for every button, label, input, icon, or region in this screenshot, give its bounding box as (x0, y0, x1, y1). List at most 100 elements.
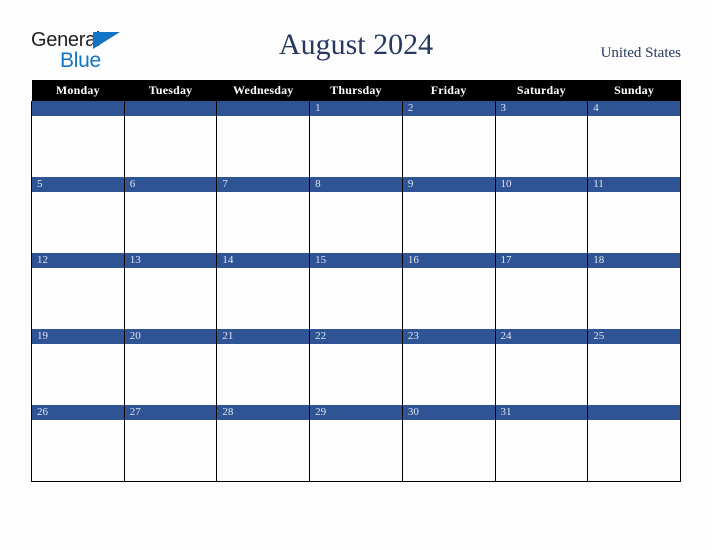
day-note-area[interactable] (217, 116, 309, 176)
day-number: 28 (217, 405, 310, 420)
weekday-header-friday: Friday (402, 80, 496, 101)
calendar-day-cell[interactable] (31, 101, 125, 177)
day-note-area[interactable] (125, 268, 217, 328)
calendar-day-cell[interactable]: 19 (31, 329, 125, 405)
day-number: 18 (588, 253, 680, 268)
country-label: United States (600, 45, 681, 61)
day-note-area[interactable] (310, 192, 402, 252)
day-note-area[interactable] (125, 116, 217, 176)
weekday-header-sunday: Sunday (587, 80, 681, 101)
day-note-area[interactable] (32, 268, 124, 328)
day-number: 10 (495, 177, 588, 192)
calendar-day-cell[interactable]: 11 (587, 177, 681, 253)
calendar-day-cell[interactable]: 6 (123, 177, 218, 253)
day-note-area[interactable] (217, 268, 309, 328)
calendar-header-row: Monday Tuesday Wednesday Thursday Friday… (31, 80, 681, 101)
day-number: 13 (124, 253, 217, 268)
weekday-header-saturday: Saturday (495, 80, 588, 101)
day-number: 23 (402, 329, 495, 344)
calendar-day-cell[interactable] (216, 101, 311, 177)
day-note-area[interactable] (588, 268, 680, 328)
day-note-area[interactable] (496, 268, 588, 328)
calendar-day-cell[interactable]: 4 (587, 101, 681, 177)
calendar-day-cell[interactable]: 29 (309, 405, 403, 482)
day-number: 11 (588, 177, 680, 192)
calendar-day-cell[interactable]: 10 (494, 177, 589, 253)
calendar-day-cell[interactable]: 17 (494, 253, 589, 329)
calendar-week-row: 26 27 28 29 30 31 (31, 405, 681, 482)
calendar-day-cell[interactable]: 8 (309, 177, 403, 253)
day-note-area[interactable] (403, 344, 495, 404)
day-note-area[interactable] (588, 420, 680, 480)
day-number: 29 (310, 405, 402, 420)
day-note-area[interactable] (588, 116, 680, 176)
day-note-area[interactable] (496, 192, 588, 252)
day-note-area[interactable] (125, 420, 217, 480)
calendar-day-cell[interactable]: 26 (31, 405, 125, 482)
day-note-area[interactable] (403, 420, 495, 480)
day-number: 26 (32, 405, 124, 420)
calendar-day-cell[interactable]: 13 (123, 253, 218, 329)
calendar-day-cell[interactable]: 27 (123, 405, 218, 482)
day-note-area[interactable] (32, 192, 124, 252)
day-note-area[interactable] (32, 116, 124, 176)
day-note-area[interactable] (32, 344, 124, 404)
calendar-day-cell[interactable]: 25 (587, 329, 681, 405)
calendar-body: 1 2 3 4 5 6 7 8 9 10 11 12 13 14 15 16 1… (31, 101, 681, 482)
day-number: 8 (310, 177, 402, 192)
day-note-area[interactable] (32, 420, 124, 480)
calendar-day-cell[interactable]: 5 (31, 177, 125, 253)
day-note-area[interactable] (588, 192, 680, 252)
calendar-week-row: 5 6 7 8 9 10 11 (31, 177, 681, 253)
day-number: 16 (402, 253, 495, 268)
calendar-day-cell[interactable]: 15 (309, 253, 403, 329)
day-note-area[interactable] (310, 116, 402, 176)
calendar-day-cell[interactable]: 28 (216, 405, 311, 482)
day-note-area[interactable] (125, 344, 217, 404)
day-note-area[interactable] (125, 192, 217, 252)
calendar-day-cell[interactable]: 16 (401, 253, 496, 329)
calendar-day-cell[interactable]: 1 (309, 101, 403, 177)
day-note-area[interactable] (403, 268, 495, 328)
calendar-day-cell[interactable]: 3 (494, 101, 589, 177)
day-note-area[interactable] (496, 344, 588, 404)
weekday-header-thursday: Thursday (309, 80, 403, 101)
calendar-day-cell[interactable]: 22 (309, 329, 403, 405)
calendar-day-cell[interactable]: 14 (216, 253, 311, 329)
day-number: 21 (217, 329, 310, 344)
weekday-header-wednesday: Wednesday (216, 80, 310, 101)
day-note-area[interactable] (403, 192, 495, 252)
day-note-area[interactable] (310, 344, 402, 404)
day-number: 25 (588, 329, 680, 344)
day-number: 17 (495, 253, 588, 268)
month-calendar: Monday Tuesday Wednesday Thursday Friday… (31, 80, 681, 482)
calendar-day-cell[interactable] (587, 405, 681, 482)
day-note-area[interactable] (588, 344, 680, 404)
day-note-area[interactable] (217, 192, 309, 252)
day-note-area[interactable] (217, 420, 309, 480)
calendar-day-cell[interactable]: 31 (494, 405, 589, 482)
calendar-day-cell[interactable]: 30 (401, 405, 496, 482)
day-note-area[interactable] (217, 344, 309, 404)
day-note-area[interactable] (496, 116, 588, 176)
calendar-day-cell[interactable]: 23 (401, 329, 496, 405)
day-note-area[interactable] (310, 268, 402, 328)
calendar-day-cell[interactable]: 20 (123, 329, 218, 405)
day-note-area[interactable] (310, 420, 402, 480)
day-note-area[interactable] (403, 116, 495, 176)
day-number: 9 (402, 177, 495, 192)
calendar-day-cell[interactable]: 24 (494, 329, 589, 405)
day-number: 4 (588, 101, 680, 116)
calendar-day-cell[interactable] (123, 101, 218, 177)
day-number: 7 (217, 177, 310, 192)
calendar-day-cell[interactable]: 2 (401, 101, 496, 177)
day-number (217, 101, 310, 116)
day-number (32, 101, 124, 116)
day-note-area[interactable] (496, 420, 588, 480)
calendar-day-cell[interactable]: 18 (587, 253, 681, 329)
calendar-day-cell[interactable]: 9 (401, 177, 496, 253)
calendar-day-cell[interactable]: 7 (216, 177, 311, 253)
calendar-day-cell[interactable]: 12 (31, 253, 125, 329)
calendar-day-cell[interactable]: 21 (216, 329, 311, 405)
day-number: 15 (310, 253, 402, 268)
